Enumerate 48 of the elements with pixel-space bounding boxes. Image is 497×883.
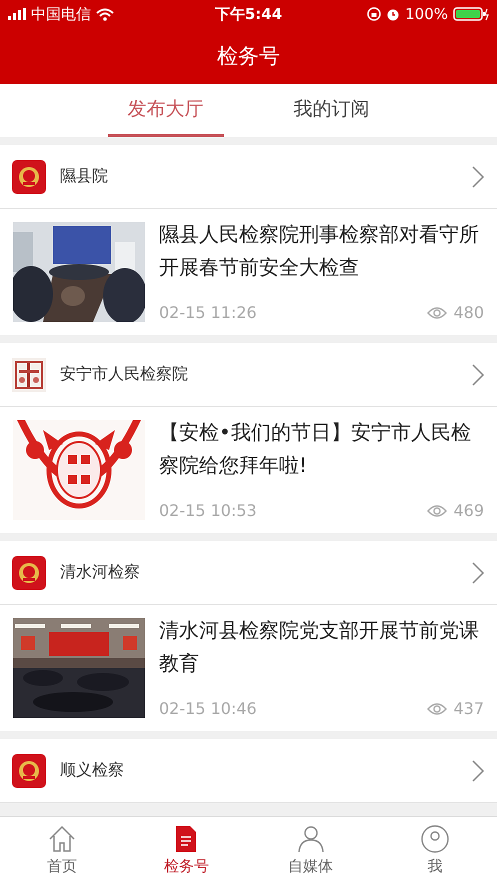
publish-time: 02-15 11:26 xyxy=(159,303,257,322)
article-title: 【安检•我们的节日】安宁市人民检察院给您拜年啦! xyxy=(159,419,472,479)
clock-time: 下午5:44 xyxy=(214,4,282,24)
source-row[interactable]: 安宁市人民检察院 xyxy=(0,343,497,407)
eye-icon xyxy=(427,306,448,320)
emblem-icon xyxy=(12,754,46,788)
page-title: 检务号 xyxy=(217,43,280,70)
source-name: 顺义检察 xyxy=(60,760,125,781)
emblem-icon xyxy=(12,160,46,194)
source-row[interactable]: 顺义检察 xyxy=(0,739,497,803)
article-title: 清水河县检察院党支部开展节前党课教育 xyxy=(159,617,480,677)
tab-bar-item[interactable]: 我 xyxy=(427,857,442,876)
carrier-name: 中国电信 xyxy=(31,4,91,24)
tab-bar-item[interactable]: 自媒体 xyxy=(288,857,334,876)
emblem-icon xyxy=(12,556,46,590)
alarm-icon xyxy=(386,7,400,21)
source-row[interactable]: 清水河检察 xyxy=(0,541,497,605)
people-icon xyxy=(296,824,326,854)
article-card[interactable]: 【安检•我们的节日】安宁市人民检察院给您拜年啦! 02-15 10:53 469 xyxy=(0,407,497,533)
tab[interactable]: 我的订阅 xyxy=(274,84,390,137)
source-name: 安宁市人民检察院 xyxy=(60,364,189,385)
battery-icon xyxy=(453,7,489,21)
rotation-lock-icon xyxy=(367,7,382,21)
article-card[interactable]: 清水河县检察院党支部开展节前党课教育 02-15 10:46 437 xyxy=(0,605,497,731)
eye-icon xyxy=(427,504,448,518)
home-icon xyxy=(47,824,78,854)
tab[interactable]: 发布大厅 xyxy=(108,84,224,137)
article-title: 隰县人民检察院刑事检察部对看守所开展春节前安全大检查 xyxy=(159,221,480,281)
chevron-icon xyxy=(471,362,485,386)
profile-icon xyxy=(420,824,450,854)
tab-bar-item[interactable]: 检务号 xyxy=(164,857,209,876)
source-row[interactable]: 隰县院 xyxy=(0,145,497,209)
publish-time: 02-15 10:46 xyxy=(159,699,257,718)
eye-icon xyxy=(427,702,448,716)
view-count: 437 xyxy=(453,699,484,718)
chevron-icon xyxy=(471,164,485,188)
chevron-icon xyxy=(471,560,485,584)
publish-time: 02-15 10:53 xyxy=(159,501,257,520)
view-count: 469 xyxy=(453,501,484,520)
wifi-icon xyxy=(96,8,114,20)
source-name: 清水河检察 xyxy=(60,562,141,583)
view-count: 480 xyxy=(453,303,484,322)
source-name: 隰县院 xyxy=(60,166,109,187)
tab-bar-item[interactable]: 首页 xyxy=(47,857,78,876)
battery-percent: 100% xyxy=(405,5,448,23)
signal-icon xyxy=(8,8,26,20)
chevron-icon xyxy=(471,758,485,782)
article-card[interactable]: 隰县人民检察院刑事检察部对看守所开展春节前安全大检查 02-15 11:26 480 xyxy=(0,209,497,335)
